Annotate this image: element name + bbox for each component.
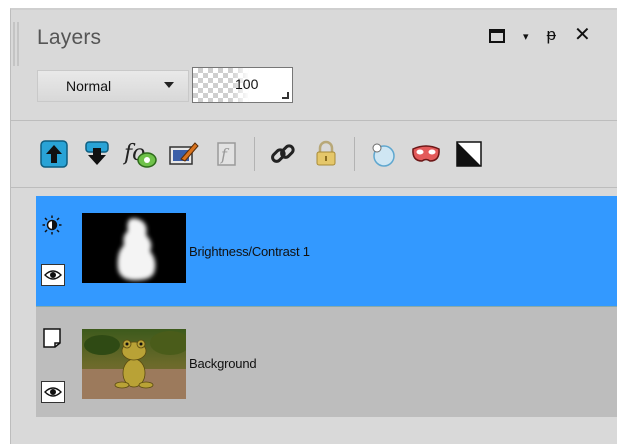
close-icon[interactable]: ✕ (574, 22, 591, 47)
opacity-field[interactable]: 100 (192, 67, 293, 103)
visibility-eye-icon[interactable] (41, 381, 65, 403)
raster-layer-type-icon (41, 327, 63, 349)
divider (10, 120, 617, 121)
blend-mode-value: Normal (66, 78, 112, 94)
restore-icon[interactable] (489, 29, 505, 43)
window-controls: ▾ ᵽ ✕ (489, 22, 591, 47)
layer-name[interactable]: Brightness/Contrast 1 (189, 244, 310, 259)
divider (10, 187, 617, 188)
panel-grip[interactable] (13, 22, 19, 66)
link-layers-icon[interactable] (265, 136, 301, 172)
pin-icon[interactable]: ᵽ (547, 25, 556, 45)
merge-layer-icon[interactable]: f (208, 136, 244, 172)
lock-layer-icon[interactable] (308, 136, 344, 172)
add-layer-effect-icon[interactable]: fo (122, 136, 158, 172)
mask-options-icon[interactable] (408, 136, 444, 172)
edit-layer-icon[interactable] (165, 136, 201, 172)
opacity-slider-handle[interactable] (282, 92, 289, 99)
panel-title: Layers (37, 26, 102, 49)
toolbar-divider (354, 137, 355, 171)
layer-name[interactable]: Background (189, 356, 257, 371)
menu-arrow-icon[interactable]: ▾ (523, 30, 529, 43)
layer-row-background[interactable]: Background (36, 307, 617, 417)
layer-thumbnail (82, 213, 186, 283)
layer-row-adjustment[interactable]: Brightness/Contrast 1 (36, 196, 617, 306)
add-mask-icon[interactable] (365, 136, 401, 172)
layers-toolbar: fo f (36, 132, 494, 176)
visibility-eye-icon[interactable] (41, 264, 65, 286)
move-layer-down-icon[interactable] (79, 136, 115, 172)
adjustment-layer-type-icon (41, 214, 63, 236)
layer-thumbnail (82, 329, 186, 399)
chevron-down-icon (164, 82, 174, 88)
blend-mode-dropdown[interactable]: Normal (37, 70, 189, 102)
layers-list: Brightness/Contrast 1 Background (36, 196, 617, 432)
move-layer-up-icon[interactable] (36, 136, 72, 172)
opacity-value: 100 (235, 76, 259, 92)
toolbar-divider (254, 137, 255, 171)
adjustment-layer-icon[interactable] (451, 136, 487, 172)
